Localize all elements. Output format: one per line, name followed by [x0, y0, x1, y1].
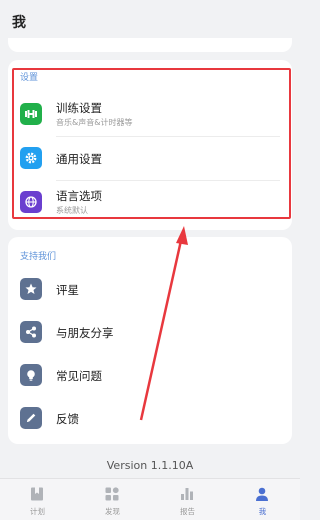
annotation-arrow: [139, 226, 188, 421]
